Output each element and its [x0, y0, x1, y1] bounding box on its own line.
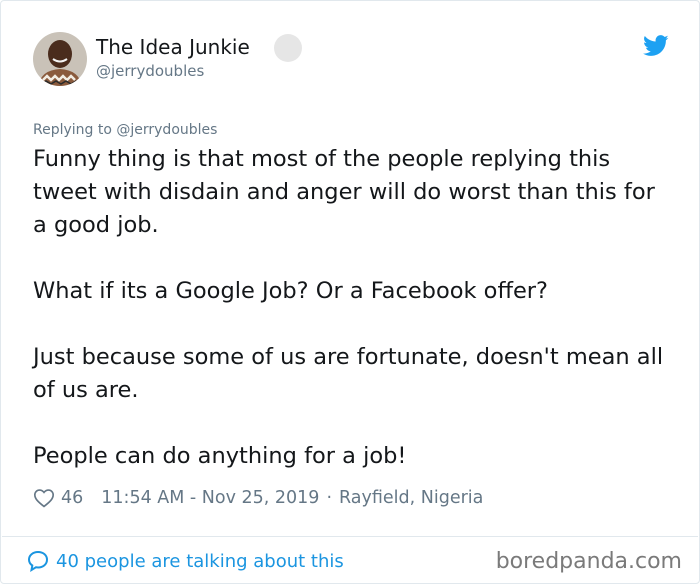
verified-badge-icon	[274, 34, 302, 62]
tweet-card: The Idea Junkie @jerrydoubles Replying t…	[0, 0, 700, 584]
divider	[2, 536, 698, 537]
meta-separator: ·	[326, 488, 333, 508]
watermark: boredpanda.com	[495, 549, 682, 574]
heart-icon[interactable]	[33, 487, 55, 509]
conversation-link[interactable]: 40 people are talking about this	[26, 548, 344, 574]
speech-bubble-icon	[27, 550, 49, 573]
tweet-paragraph: People can do anything for a job!	[33, 443, 407, 469]
author-handle[interactable]: @jerrydoubles	[96, 62, 204, 80]
replying-to[interactable]: Replying to @jerrydoubles	[33, 122, 217, 138]
tweet-meta: 46 11:54 AM - Nov 25, 2019 · Rayfield, N…	[33, 485, 483, 511]
twitter-bird-icon[interactable]	[643, 35, 669, 57]
tweet-paragraph: Just because some of us are fortunate, d…	[33, 344, 664, 403]
like-count[interactable]: 46	[61, 488, 83, 508]
conversation-label[interactable]: 40 people are talking about this	[56, 551, 344, 572]
location[interactable]: Rayfield, Nigeria	[339, 488, 483, 508]
tweet-paragraph: What if its a Google Job? Or a Facebook …	[33, 278, 548, 304]
avatar-image	[33, 32, 87, 86]
avatar[interactable]	[33, 32, 87, 86]
timestamp[interactable]: 11:54 AM - Nov 25, 2019	[101, 488, 319, 508]
tweet-text: Funny thing is that most of the people r…	[33, 143, 673, 473]
author-name[interactable]: The Idea Junkie	[96, 35, 250, 59]
tweet-paragraph: Funny thing is that most of the people r…	[33, 146, 655, 238]
